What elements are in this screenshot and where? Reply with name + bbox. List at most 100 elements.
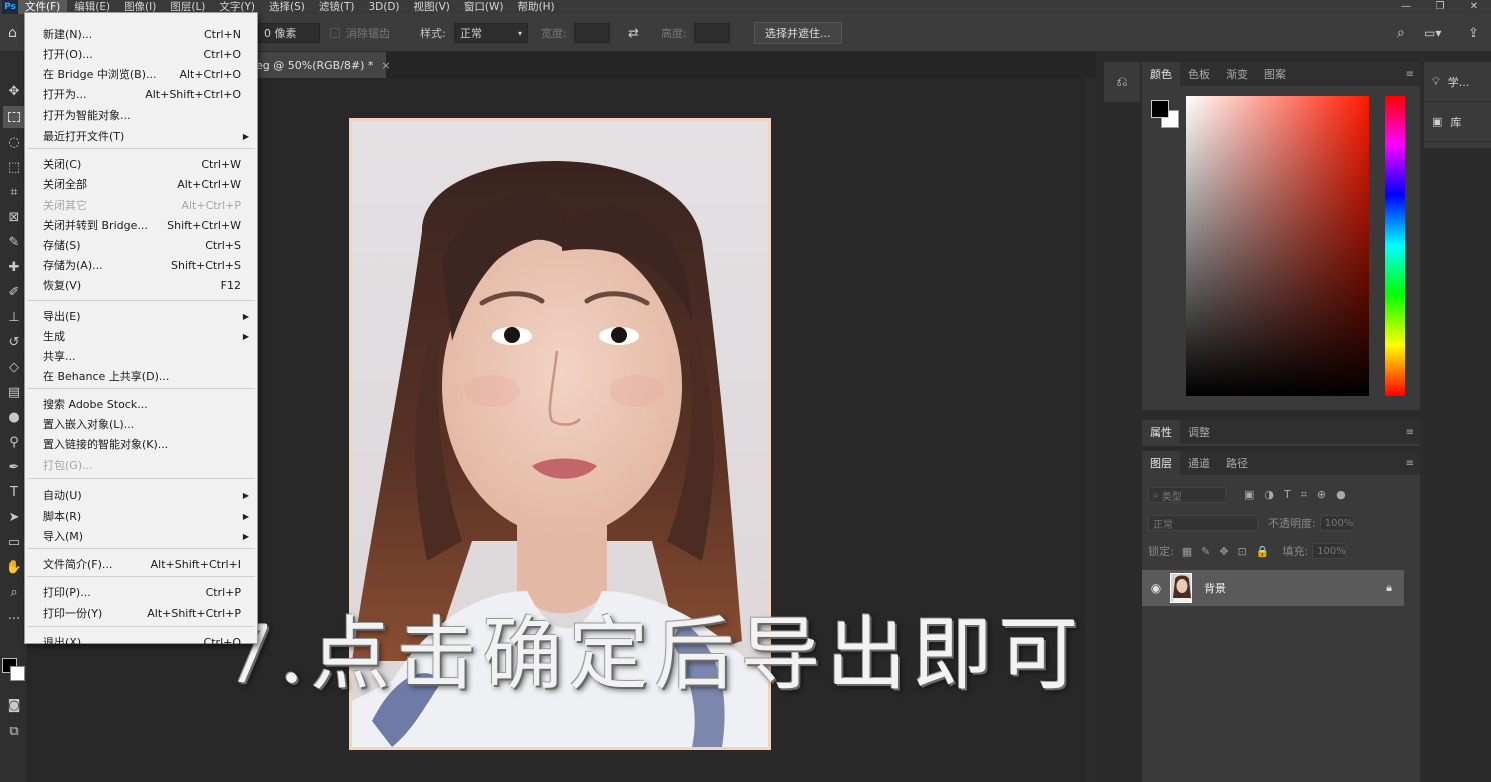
blend-mode-select[interactable]: 正常 xyxy=(1148,515,1258,531)
file-menu-item[interactable]: 退出(X) Ctrl+Q xyxy=(25,632,257,652)
blur-tool-icon[interactable]: ● xyxy=(3,406,25,428)
menu-help[interactable]: 帮助(H) xyxy=(511,0,562,14)
path-select-tool-icon[interactable]: ➤ xyxy=(3,506,25,528)
rectangle-tool-icon[interactable]: ▭ xyxy=(3,531,25,553)
menu-select[interactable]: 选择(S) xyxy=(262,0,312,14)
file-menu-item[interactable]: 自动(U) ▶ xyxy=(25,485,257,505)
frame-tool-icon[interactable]: ⊠ xyxy=(3,206,25,228)
file-menu-item[interactable]: 文件简介(F)... Alt+Shift+Ctrl+I xyxy=(25,554,257,574)
file-menu-item[interactable]: 在 Bridge 中浏览(B)... Alt+Ctrl+O xyxy=(25,64,257,84)
file-menu-item[interactable]: 关闭(C) Ctrl+W xyxy=(25,154,257,174)
share-icon[interactable]: ⇪ xyxy=(1468,26,1479,41)
restore-button[interactable]: ❐ xyxy=(1423,0,1457,14)
hue-slider[interactable] xyxy=(1385,96,1405,396)
close-window-button[interactable]: ✕ xyxy=(1457,0,1491,14)
file-menu-item[interactable]: 搜索 Adobe Stock... xyxy=(25,394,257,414)
more-tools-icon[interactable]: ··· xyxy=(3,608,25,630)
file-menu-item[interactable]: 共享... xyxy=(25,346,257,366)
file-menu-item[interactable]: 在 Behance 上共享(D)... xyxy=(25,366,257,386)
lasso-tool-icon[interactable]: ◌ xyxy=(3,131,25,153)
feather-input[interactable]: 0 像素 xyxy=(258,23,320,43)
style-select[interactable]: 正常 ▾ xyxy=(454,23,528,43)
tab-channels[interactable]: 通道 xyxy=(1180,451,1218,475)
hand-tool-icon[interactable]: ✋ xyxy=(3,556,25,578)
history-brush-tool-icon[interactable]: ↺ xyxy=(3,331,25,353)
tab-gradients[interactable]: 渐变 xyxy=(1218,62,1256,86)
file-menu-item[interactable]: 打印一份(Y) Alt+Shift+Ctrl+P xyxy=(25,603,257,623)
close-icon[interactable]: × xyxy=(381,59,390,72)
tab-color[interactable]: 颜色 xyxy=(1142,62,1180,86)
clone-stamp-tool-icon[interactable]: ⊥ xyxy=(3,306,25,328)
file-menu-item[interactable]: 脚本(R) ▶ xyxy=(25,506,257,526)
file-menu-item[interactable]: 打开(O)... Ctrl+O xyxy=(25,44,257,64)
file-menu-item[interactable]: 打印(P)... Ctrl+P xyxy=(25,582,257,602)
select-and-mask-button[interactable]: 选择并遮住... xyxy=(754,22,842,44)
file-menu-item[interactable]: 存储为(A)... Shift+Ctrl+S xyxy=(25,255,257,275)
menu-view[interactable]: 视图(V) xyxy=(407,0,457,14)
file-menu-item[interactable]: 打开为... Alt+Shift+Ctrl+O xyxy=(25,84,257,104)
healing-brush-tool-icon[interactable]: ✚ xyxy=(3,256,25,278)
fill-input[interactable]: 100% xyxy=(1312,543,1347,559)
opacity-input[interactable]: 100% xyxy=(1319,515,1354,531)
submenu-arrow-icon: ▶ xyxy=(242,331,249,341)
menu-3d[interactable]: 3D(D) xyxy=(361,0,406,14)
file-menu-item[interactable]: 打开为智能对象... xyxy=(25,105,257,125)
panel-menu-icon[interactable]: ≡ xyxy=(1406,69,1414,80)
file-menu-item[interactable]: 生成 ▶ xyxy=(25,326,257,346)
width-input[interactable] xyxy=(574,23,610,43)
learn-panel-item[interactable]: 💡︎ 学... xyxy=(1424,62,1491,102)
file-menu-item[interactable]: 置入链接的智能对象(K)... xyxy=(25,434,257,454)
layer-row-background[interactable]: ◉ 背景 🔒︎ xyxy=(1142,570,1404,606)
history-panel-icon[interactable]: ⎌ xyxy=(1104,62,1140,102)
background-color-swatch[interactable] xyxy=(10,666,25,681)
tab-adjustments[interactable]: 调整 xyxy=(1180,420,1218,444)
lock-icons[interactable]: ▦✎✥⊡🔒 xyxy=(1182,545,1279,558)
menu-filter[interactable]: 滤镜(T) xyxy=(312,0,362,14)
color-picker-field[interactable] xyxy=(1186,96,1369,396)
height-input[interactable] xyxy=(694,23,730,43)
crop-tool-icon[interactable]: ⌗ xyxy=(3,181,25,203)
tab-layers[interactable]: 图层 xyxy=(1142,451,1180,475)
swap-dimensions-icon[interactable]: ⇄ xyxy=(628,26,639,41)
file-menu-item[interactable]: 关闭并转到 Bridge... Shift+Ctrl+W xyxy=(25,215,257,235)
workspace-icon[interactable]: ▭▾ xyxy=(1424,26,1441,40)
file-menu-item[interactable]: 恢复(V) F12 xyxy=(25,275,257,295)
eyedropper-tool-icon[interactable]: ✎ xyxy=(3,231,25,253)
home-icon[interactable]: ⌂ xyxy=(8,14,17,52)
eye-icon[interactable]: ◉ xyxy=(1142,581,1170,595)
libraries-panel-item[interactable]: ▣ 库 xyxy=(1424,102,1491,142)
tab-swatches[interactable]: 色板 xyxy=(1180,62,1218,86)
file-menu-item[interactable]: 置入嵌入对象(L)... xyxy=(25,414,257,434)
file-menu-item[interactable]: 最近打开文件(T) ▶ xyxy=(25,126,257,146)
layer-filter-icons[interactable]: ▣◑T⌗⊕● xyxy=(1244,488,1356,502)
zoom-tool-icon[interactable]: ⌕ xyxy=(3,581,25,603)
menu-window[interactable]: 窗口(W) xyxy=(457,0,511,14)
tab-properties[interactable]: 属性 xyxy=(1142,420,1180,444)
properties-menu-icon[interactable]: ≡ xyxy=(1406,427,1414,438)
file-menu-item[interactable]: 存储(S) Ctrl+S xyxy=(25,235,257,255)
file-menu-item[interactable]: 关闭全部 Alt+Ctrl+W xyxy=(25,174,257,194)
gradient-tool-icon[interactable]: ▤ xyxy=(3,381,25,403)
dodge-tool-icon[interactable]: ⚲ xyxy=(3,431,25,453)
brush-tool-icon[interactable]: ✐ xyxy=(3,281,25,303)
move-tool-icon[interactable]: ✥ xyxy=(3,80,25,102)
tab-paths[interactable]: 路径 xyxy=(1218,451,1256,475)
quick-mask-icon[interactable]: ◙ xyxy=(3,694,25,716)
pen-tool-icon[interactable]: ✒ xyxy=(3,456,25,478)
file-menu-item[interactable]: 导出(E) ▶ xyxy=(25,306,257,326)
eraser-tool-icon[interactable]: ◇ xyxy=(3,356,25,378)
layers-menu-icon[interactable]: ≡ xyxy=(1406,458,1414,469)
file-menu-item-shortcut: Shift+Ctrl+W xyxy=(167,218,241,232)
file-menu-item[interactable]: 导入(M) ▶ xyxy=(25,526,257,546)
type-tool-icon[interactable]: T xyxy=(3,481,25,503)
menu-separator xyxy=(27,388,255,389)
anti-alias-checkbox[interactable] xyxy=(330,28,340,38)
object-select-tool-icon[interactable]: ⬚ xyxy=(3,156,25,178)
screen-mode-icon[interactable]: ⧉ xyxy=(3,720,25,742)
marquee-tool-icon[interactable] xyxy=(3,106,25,128)
layer-filter-select[interactable]: ⌕ 类型 xyxy=(1148,487,1226,503)
minimize-button[interactable]: — xyxy=(1389,0,1423,14)
tab-patterns[interactable]: 图案 xyxy=(1256,62,1294,86)
file-menu-item[interactable]: 新建(N)... Ctrl+N xyxy=(25,24,257,44)
search-icon[interactable]: ⌕ xyxy=(1397,25,1405,41)
